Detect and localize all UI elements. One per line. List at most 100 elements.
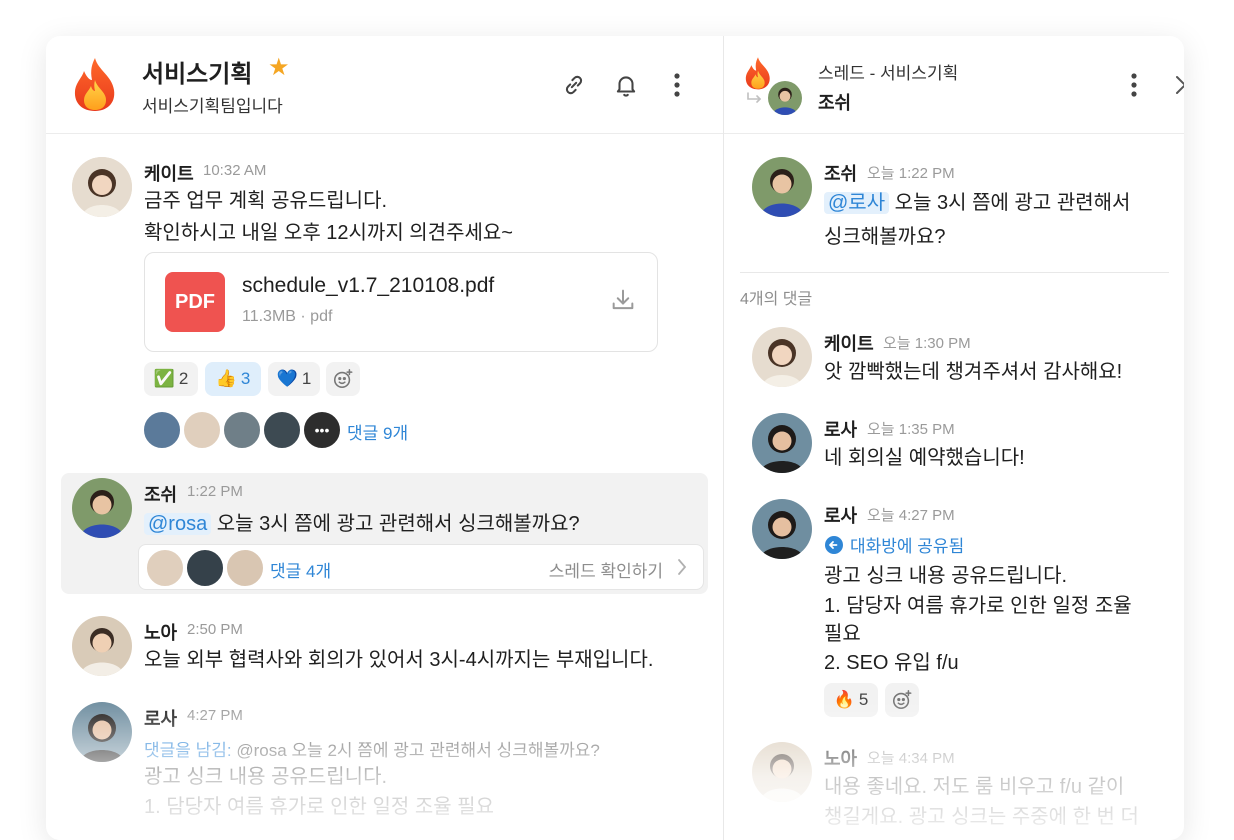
message-text-line: 2. SEO 유입 f/u	[824, 652, 959, 674]
timestamp: 오늘 4:34 PM	[867, 750, 955, 767]
reaction-count: 3	[240, 369, 251, 388]
timestamp: 오늘 1:35 PM	[867, 421, 955, 438]
timestamp: 오늘 4:27 PM	[867, 507, 955, 524]
message-text-line: 1. 담당자 여름 휴가로 인한 일정 조율	[824, 595, 1132, 617]
avatar[interactable]	[752, 499, 812, 559]
message-text: 오늘 외부 협력사와 회의가 있어서 3시-4시까지는 부재입니다.	[144, 649, 654, 671]
fire-emoji-icon	[72, 56, 118, 112]
message-text-line: 확인하시고 내일 오후 12시까지 의견주세요~	[144, 222, 513, 244]
message-text-line: @로사 오늘 3시 쯤에 광고 관련해서	[824, 187, 1130, 219]
more-vertical-icon[interactable]	[662, 70, 692, 100]
avatar[interactable]	[72, 616, 132, 676]
thread-header: 스레드 - 서비스기획 조쉬	[724, 36, 1184, 134]
avatar[interactable]	[752, 413, 812, 473]
pdf-file-icon: PDF	[165, 272, 225, 332]
reply-prefix[interactable]: 댓글을 남김:	[144, 741, 232, 760]
close-icon[interactable]	[1170, 70, 1184, 100]
participant-avatar	[142, 410, 182, 450]
sender-name[interactable]: 로사	[144, 705, 177, 731]
participant-avatar	[262, 410, 302, 450]
message-body: 오늘 3시 쯤에 광고 관련해서	[894, 192, 1131, 214]
mention-tag[interactable]: @rosa	[144, 513, 212, 535]
thread-title: 스레드 - 서비스기획	[818, 64, 959, 83]
timestamp: 오늘 1:30 PM	[883, 335, 971, 352]
reaction-fire[interactable]: 🔥 5	[824, 683, 878, 717]
message-text: 네 회의실 예약했습니다!	[824, 447, 1025, 469]
message-text-line: 내용 좋네요. 저도 룸 비우고 f/u 같이	[824, 776, 1125, 798]
sender-name[interactable]: 로사	[824, 416, 857, 442]
chevron-right-icon[interactable]	[677, 558, 687, 576]
fire-emoji-icon: 🔥	[833, 690, 855, 709]
timestamp: 2:50 PM	[187, 621, 243, 638]
shared-to-channel[interactable]: 대화방에 공유됨	[824, 532, 964, 557]
shared-label: 대화방에 공유됨	[850, 537, 965, 556]
add-reaction-button[interactable]	[326, 362, 360, 396]
channel-title: 서비스기획	[142, 61, 253, 88]
reply-arrow-icon	[746, 92, 764, 106]
message-text-line: 필요	[824, 623, 861, 645]
channel-pane: 서비스기획 ★ 서비스기획팀입니다 케이트 10:32 AM 금주 업무 계획 …	[46, 36, 723, 840]
thread-replies-count[interactable]: 댓글 4개	[270, 557, 331, 582]
message-text-line: 광고 싱크 내용 공유드립니다.	[144, 766, 388, 788]
thread-divider	[740, 272, 1169, 273]
download-icon[interactable]	[609, 286, 637, 314]
avatar[interactable]	[72, 702, 132, 762]
link-icon[interactable]	[559, 70, 589, 100]
thread-pane: 스레드 - 서비스기획 조쉬 조쉬 오늘 1:22 PM @로사 오늘 3시 쯤…	[723, 36, 1184, 840]
reaction-thumbs-up[interactable]: 👍 3	[205, 362, 261, 396]
avatar[interactable]	[752, 742, 812, 802]
blue-heart-emoji-icon: 💙	[276, 369, 298, 388]
timestamp: 10:32 AM	[203, 162, 267, 179]
file-attachment[interactable]: PDF schedule_v1.7_210108.pdf 11.3MB · pd…	[144, 252, 658, 352]
participant-avatar	[185, 548, 225, 588]
sender-name[interactable]: 케이트	[824, 330, 874, 356]
participant-avatar	[225, 548, 265, 588]
channel-description: 서비스기획팀입니다	[142, 97, 283, 116]
avatar	[768, 81, 802, 115]
avatar[interactable]	[72, 478, 132, 538]
sender-name[interactable]: 케이트	[144, 160, 194, 186]
timestamp: 1:22 PM	[187, 483, 243, 500]
reaction-count: 5	[858, 690, 869, 709]
star-icon[interactable]: ★	[268, 56, 290, 80]
reply-count-label: 4개의 댓글	[740, 291, 813, 308]
avatar[interactable]	[752, 327, 812, 387]
message-text-line: 1. 담당자 여름 휴가로 인한 일정 조율 필요	[144, 796, 494, 818]
message-body: 오늘 3시 쯤에 광고 관련해서 싱크해볼까요?	[216, 513, 580, 535]
reaction-count: 2	[178, 369, 189, 388]
add-emoji-icon	[892, 690, 912, 710]
thumbs-up-emoji-icon: 👍	[215, 369, 237, 388]
participant-avatar	[145, 548, 185, 588]
file-meta: 11.3MB · pdf	[242, 308, 333, 325]
sender-name[interactable]: 노아	[824, 745, 857, 771]
thread-preview[interactable]: 댓글 4개 스레드 확인하기	[138, 544, 704, 590]
add-reaction-button[interactable]	[885, 683, 919, 717]
sender-name[interactable]: 조쉬	[824, 160, 857, 186]
more-vertical-icon[interactable]	[1119, 70, 1149, 100]
avatar[interactable]	[72, 157, 132, 217]
reaction-blue-heart[interactable]: 💙 1	[268, 362, 320, 396]
arrow-left-circle-icon	[825, 535, 843, 554]
app-window: 서비스기획 ★ 서비스기획팀입니다 케이트 10:32 AM 금주 업무 계획 …	[46, 36, 1184, 840]
mention-tag[interactable]: @로사	[824, 192, 890, 214]
message-text: 앗 깜빡했는데 챙겨주셔서 감사해요!	[824, 361, 1123, 383]
file-name[interactable]: schedule_v1.7_210108.pdf	[242, 274, 494, 298]
replies-link[interactable]: 댓글 9개	[347, 419, 408, 444]
avatar[interactable]	[752, 157, 812, 217]
participant-avatar	[222, 410, 262, 450]
add-emoji-icon	[333, 369, 353, 389]
reply-context: 댓글을 남김: @rosa 오늘 2시 쯤에 광고 관련해서 싱크해볼까요?	[144, 736, 600, 761]
bell-icon[interactable]	[611, 70, 641, 100]
reaction-count: 1	[301, 369, 312, 388]
message-text-line: 챙길게요. 광고 싱크는 주중에 한 번 더	[824, 806, 1139, 828]
timestamp: 오늘 1:22 PM	[867, 165, 955, 182]
sender-name[interactable]: 노아	[144, 619, 177, 645]
message-text-line: 금주 업무 계획 공유드립니다.	[144, 190, 388, 212]
message-text: @rosa 오늘 3시 쯤에 광고 관련해서 싱크해볼까요?	[144, 508, 580, 540]
view-thread-link[interactable]: 스레드 확인하기	[549, 557, 663, 582]
sender-name[interactable]: 로사	[824, 502, 857, 528]
message-text-line: 광고 싱크 내용 공유드립니다.	[824, 565, 1068, 587]
sender-name[interactable]: 조쉬	[144, 481, 177, 507]
thread-user: 조쉬	[818, 93, 852, 113]
reaction-check[interactable]: ✅ 2	[144, 362, 198, 396]
